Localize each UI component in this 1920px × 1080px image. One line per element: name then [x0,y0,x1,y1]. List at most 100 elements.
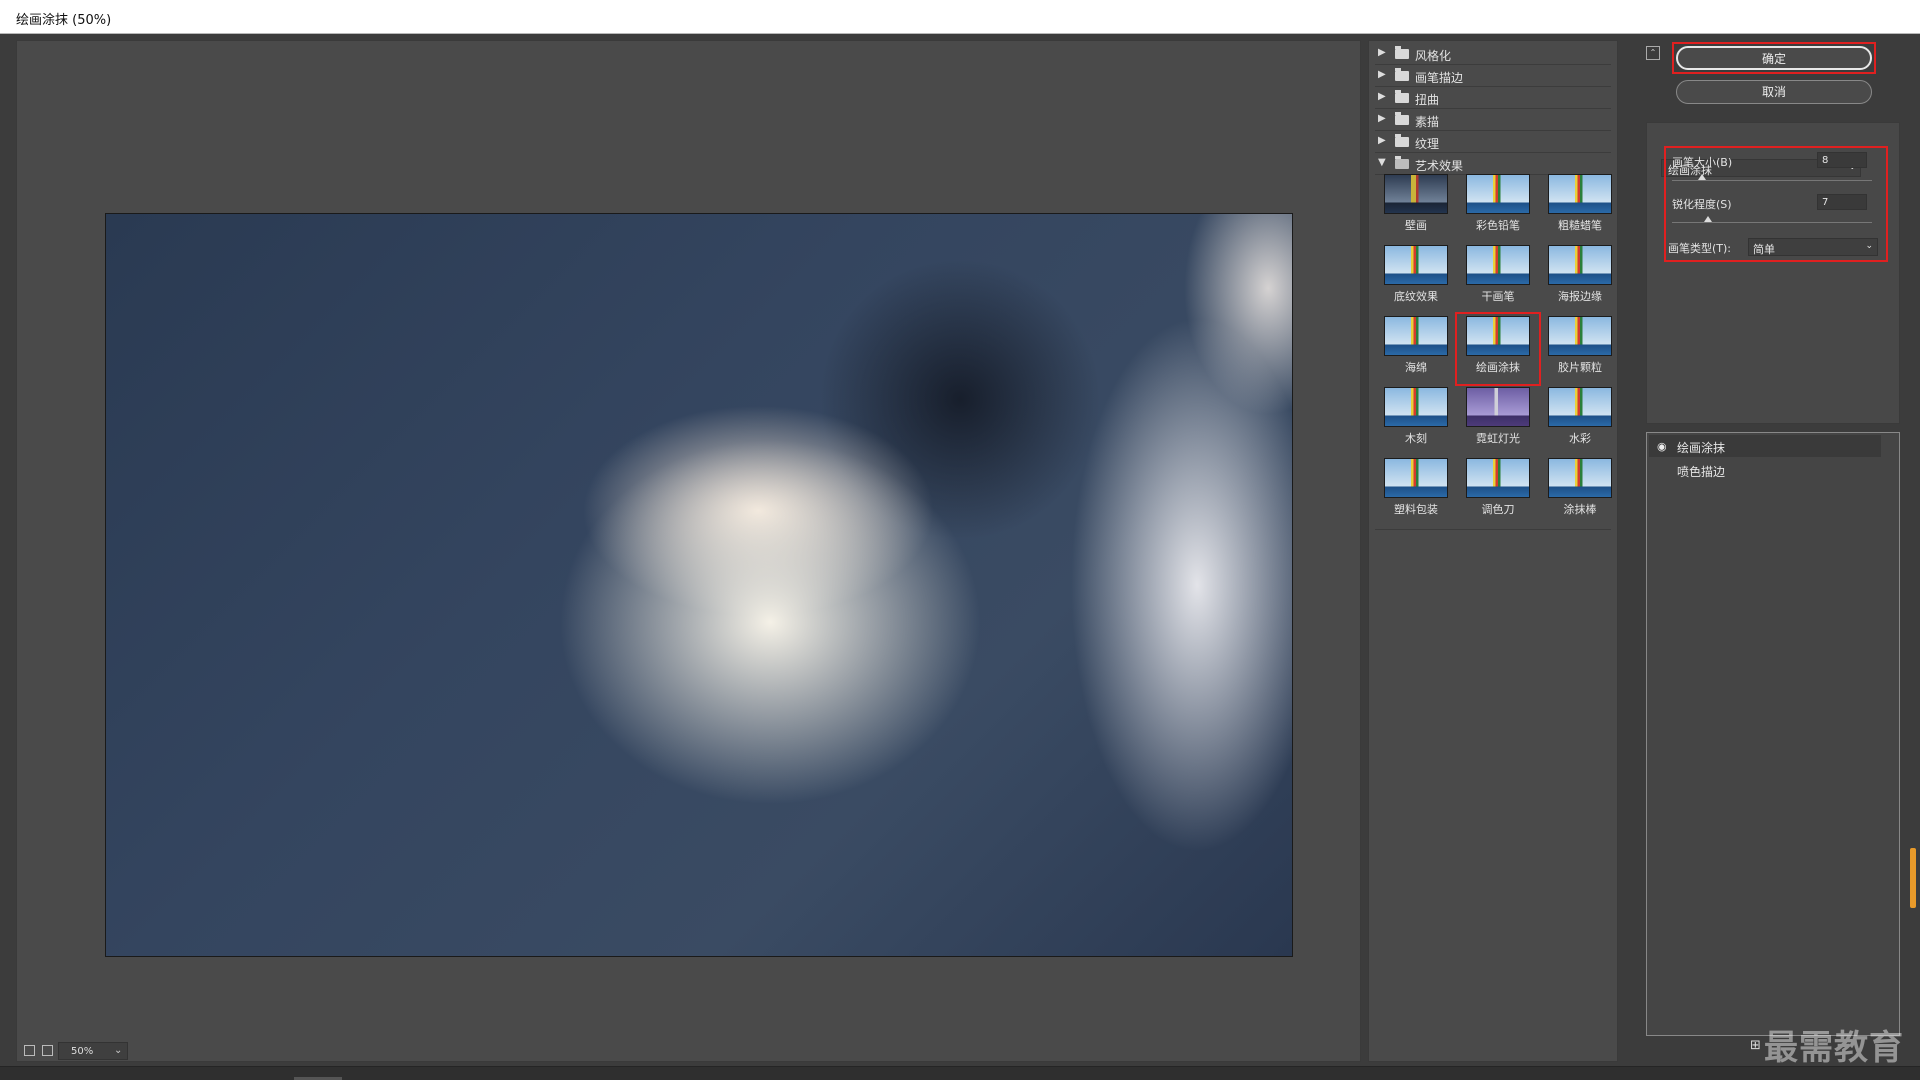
thumb-sponge[interactable]: 海绵 [1375,314,1457,384]
thumbnail-image [1548,387,1612,427]
collapse-gallery-icon[interactable]: ⌃ [1646,46,1660,60]
brush-size-slider-handle[interactable] [1698,174,1706,180]
sharpness-slider-handle[interactable] [1704,216,1712,222]
brush-type-value: 简单 [1753,243,1775,256]
thumb-label: 底纹效果 [1394,290,1438,303]
window-title: 绘画涂抹 (50%) [16,13,112,28]
thumb-paint-daubs[interactable]: 绘画涂抹 [1455,312,1541,386]
thumbnail-image [1548,316,1612,356]
thumb-underpainting[interactable]: 底纹效果 [1375,243,1457,313]
thumb-poster-edges[interactable]: 海报边缘 [1539,243,1621,313]
thumb-label: 塑料包装 [1394,503,1438,516]
thumb-label: 胶片颗粒 [1558,361,1602,374]
filter-gallery: ▶ 风格化 ▶ 画笔描边 ▶ 扭曲 ▶ 素描 ▶ 纹理 ▼ 艺术效果 壁画 彩色… [1368,40,1618,1062]
effect-layers-panel: ◉ 绘画涂抹 喷色描边 [1646,432,1900,1036]
preview-statusbar: 50% ⌄ [16,1042,256,1062]
thumb-label: 海绵 [1405,361,1427,374]
thumb-fresco[interactable]: 壁画 [1375,172,1457,242]
thumbnail-image [1548,245,1612,285]
brush-type-label: 画笔类型(T): [1668,242,1732,255]
collapse-arrow-icon: ▼ [1378,157,1386,168]
cancel-button[interactable]: 取消 [1676,80,1872,104]
thumb-label: 绘画涂抹 [1476,361,1520,374]
brush-type-select[interactable]: 简单 ⌄ [1748,238,1878,256]
thumbnail-image [1384,174,1448,214]
bottom-strip [0,1066,1920,1080]
sharpness-slider[interactable] [1672,222,1872,223]
effect-layer-item[interactable]: ◉ 绘画涂抹 [1649,435,1881,457]
artistic-thumbnails: 壁画 彩色铅笔 粗糙蜡笔 底纹效果 干画笔 海报边缘 海绵 绘画涂抹 胶片颗粒 … [1375,172,1612,530]
folder-sketch[interactable]: ▶ 素描 [1375,109,1611,131]
ok-button[interactable]: 确定 [1676,46,1872,70]
zoom-out-button[interactable] [24,1045,35,1056]
thumb-palette-knife[interactable]: 调色刀 [1457,456,1539,526]
thumbnail-image [1548,458,1612,498]
folder-open-icon [1395,156,1409,169]
chevron-down-icon[interactable]: ⌄ [114,1045,122,1056]
thumb-colored-pencil[interactable]: 彩色铅笔 [1457,172,1539,242]
eye-icon[interactable]: ◉ [1657,440,1667,453]
layer-name: 喷色描边 [1677,465,1726,479]
folder-stylize[interactable]: ▶ 风格化 [1375,43,1611,65]
preview-image[interactable] [105,213,1293,957]
thumb-film-grain[interactable]: 胶片颗粒 [1539,314,1621,384]
folder-label: 画笔描边 [1415,71,1464,85]
thumb-plastic-wrap[interactable]: 塑料包装 [1375,456,1457,526]
folder-label: 扭曲 [1415,93,1440,107]
sharpness-label: 锐化程度(S) [1672,198,1732,211]
folder-distort[interactable]: ▶ 扭曲 [1375,87,1611,109]
thumb-label: 粗糙蜡笔 [1558,219,1602,232]
thumb-label: 水彩 [1569,432,1591,445]
thumbnail-image [1466,458,1530,498]
folder-texture[interactable]: ▶ 纹理 [1375,131,1611,153]
thumb-label: 壁画 [1405,219,1427,232]
expand-arrow-icon: ▶ [1378,91,1386,102]
thumb-label: 霓虹灯光 [1476,432,1520,445]
thumb-label: 木刻 [1405,432,1427,445]
thumb-label: 干画笔 [1481,290,1515,303]
folder-label: 纹理 [1415,137,1440,151]
layer-name: 绘画涂抹 [1677,441,1726,455]
thumbnail-image [1384,316,1448,356]
folder-icon [1395,68,1409,81]
window-titlebar: 绘画涂抹 (50%) [0,0,1920,34]
zoom-value: 50% [71,1046,94,1057]
brush-size-slider[interactable] [1672,180,1872,181]
thumbnail-image [1466,316,1530,356]
thumb-label: 海报边缘 [1558,290,1602,303]
preview-area [16,40,1361,1062]
settings-panel: ⌃ 确定 取消 绘画涂抹 ⌄ 画笔大小(B) 8 锐化程度(S) 7 画笔类型(… [1624,40,1914,1062]
effect-layer-item[interactable]: 喷色描边 [1649,459,1881,481]
brush-size-label: 画笔大小(B) [1672,156,1733,169]
thumb-neon-glow[interactable]: 霓虹灯光 [1457,385,1539,455]
thumb-label: 调色刀 [1481,503,1515,516]
thumb-label: 涂抹棒 [1563,503,1597,516]
thumb-smudge-stick[interactable]: 涂抹棒 [1539,456,1621,526]
folder-brush-strokes[interactable]: ▶ 画笔描边 [1375,65,1611,87]
thumbnail-image [1384,245,1448,285]
thumb-cutout[interactable]: 木刻 [1375,385,1457,455]
chevron-down-icon: ⌄ [1865,241,1873,251]
folder-icon [1395,90,1409,103]
new-effect-layer-icon[interactable]: ⊞ [1750,1038,1761,1053]
thumb-label: 彩色铅笔 [1476,219,1520,232]
zoom-in-button[interactable] [42,1045,53,1056]
thumbnail-image [1548,174,1612,214]
folder-label: 风格化 [1415,49,1452,63]
thumbnail-image [1384,387,1448,427]
expand-arrow-icon: ▶ [1378,113,1386,124]
expand-arrow-icon: ▶ [1378,135,1386,146]
folder-icon [1395,46,1409,59]
watermark: 最需教育 [1764,1028,1904,1068]
thumb-dry-brush[interactable]: 干画笔 [1457,243,1539,313]
thumbnail-image [1466,245,1530,285]
thumb-watercolor[interactable]: 水彩 [1539,385,1621,455]
thumbnail-image [1466,387,1530,427]
brush-size-input[interactable]: 8 [1817,152,1867,168]
sharpness-input[interactable]: 7 [1817,194,1867,210]
thumb-rough-pastels[interactable]: 粗糙蜡笔 [1539,172,1621,242]
thumbnail-image [1384,458,1448,498]
scrollbar[interactable] [1910,848,1916,908]
folder-label: 素描 [1415,115,1440,129]
thumbnail-image [1466,174,1530,214]
